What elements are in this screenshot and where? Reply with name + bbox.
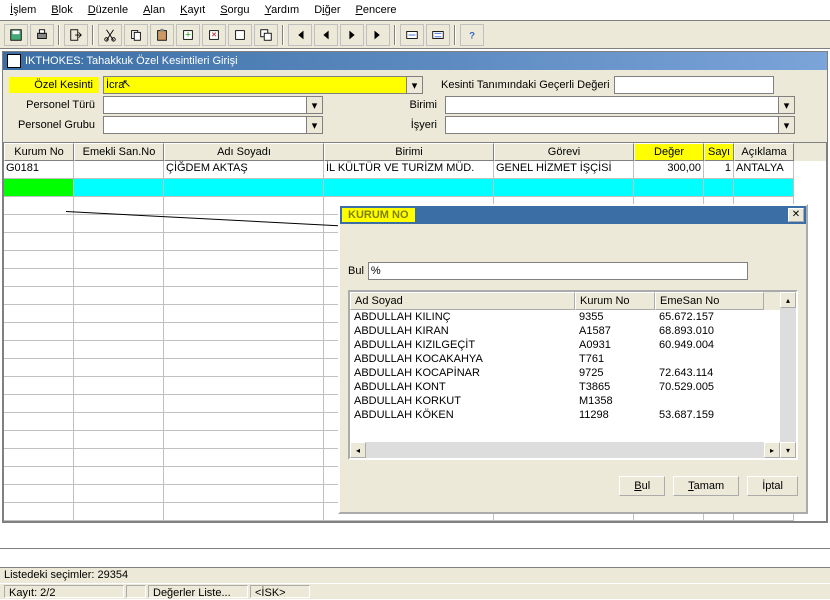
menu-sorgu[interactable]: Sorgu [214,2,255,18]
personel-grubu-label: Personel Grubu [9,119,99,131]
scroll-down-icon[interactable]: ▾ [780,442,796,458]
col-emekli[interactable]: Emekli San.No [74,143,164,161]
list-item[interactable]: ABDULLAH KÖKEN1129853.687.159 [350,408,780,422]
statusbar: Listedeki seçimler: 29354 Kayıt: 2/2 Değ… [0,567,830,600]
pl-col-kurum[interactable]: Kurum No [575,292,655,310]
list-item[interactable]: ABDULLAH KONTT386570.529.005 [350,380,780,394]
birimi-label: Birimi [391,99,441,111]
next-record-icon[interactable] [340,24,364,46]
titlebar: IKTHOKES: Tahakkuk Özel Kesintileri Giri… [3,52,827,70]
scroll-up-icon[interactable]: ▴ [780,292,796,308]
svg-text:×: × [211,29,217,40]
col-kurum-no[interactable]: Kurum No [4,143,74,161]
new-record-icon[interactable]: + [176,24,200,46]
bul-button[interactable]: Bul [619,476,665,496]
col-aciklama[interactable]: Açıklama [734,143,794,161]
menu-kayit[interactable]: Kayıt [174,2,211,18]
col-adi[interactable]: Adı Soyadı [164,143,324,161]
toolbar: + × ? [0,21,830,49]
print-icon[interactable] [30,24,54,46]
close-button[interactable]: ✕ [788,208,804,222]
lookup-popup: KURUM NO ✕ Bul Ad Soyad Kurum No EmeSan … [338,204,808,514]
col-sayi[interactable]: Sayı [704,143,734,161]
scroll-left-icon[interactable]: ◂ [350,442,366,458]
last-record-icon[interactable] [366,24,390,46]
menu-blok[interactable]: Blok [45,2,78,18]
status-mode: Değerler Liste... [148,585,248,598]
find-input[interactable] [368,262,748,280]
col-birimi[interactable]: Birimi [324,143,494,161]
window-icon [7,54,21,68]
list-item[interactable]: ABDULLAH KORKUTM1358 [350,394,780,408]
col-deger[interactable]: Değer [634,143,704,161]
list-item[interactable]: ABDULLAH KILINÇ935565.672.157 [350,310,780,324]
duplicate-record-icon[interactable] [254,24,278,46]
personel-turu-combo[interactable]: ▾ [103,96,323,114]
isyeri-label: İşyeri [391,119,441,131]
list-item[interactable]: ABDULLAH KOCAKAHYAT761 [350,352,780,366]
save-icon[interactable] [4,24,28,46]
tamam-button[interactable]: Tamam [673,476,739,496]
status-kayit: Kayıt: 2/2 [4,585,124,598]
cut-icon[interactable] [98,24,122,46]
exit-icon[interactable] [64,24,88,46]
list-item[interactable]: ABDULLAH KOCAPİNAR972572.643.114 [350,366,780,380]
col-gorevi[interactable]: Görevi [494,143,634,161]
personel-turu-label: Personel Türü [9,99,99,111]
menubar: İşlem Blok Düzenle Alan Kayıt Sorgu Yard… [0,0,830,21]
ozel-kesinti-combo[interactable]: İcra ↖ ▾ [103,76,423,94]
copy-icon[interactable] [124,24,148,46]
pl-col-ad[interactable]: Ad Soyad [350,292,575,310]
delete-record-icon[interactable]: × [202,24,226,46]
table-row[interactable]: G0181 ÇİĞDEM AKTAŞ İL KÜLTÜR VE TURİZM M… [4,161,826,179]
personel-grubu-combo[interactable]: ▾ [103,116,323,134]
prev-record-icon[interactable] [314,24,338,46]
ozel-kesinti-label: Özel Kesinti [9,77,99,93]
list-item[interactable]: ABDULLAH KIZILGEÇİTA093160.949.004 [350,338,780,352]
status-context: <İSK> [250,585,310,598]
window-title: IKTHOKES: Tahakkuk Özel Kesintileri Giri… [25,55,238,67]
isyeri-combo[interactable]: ▾ [445,116,795,134]
paste-icon[interactable] [150,24,174,46]
svg-text:?: ? [469,30,475,41]
find-label: Bul [348,265,364,277]
birimi-combo[interactable]: ▾ [445,96,795,114]
menu-diger[interactable]: Diğer [308,2,346,18]
dropdown-arrow-icon[interactable]: ▾ [406,77,422,93]
help-icon[interactable]: ? [460,24,484,46]
pl-col-eme[interactable]: EmeSan No [655,292,764,310]
enter-query-icon[interactable] [400,24,424,46]
scroll-right-icon[interactable]: ▸ [764,442,780,458]
table-row-active[interactable] [4,179,826,197]
status-list-count: Listedeki seçimler: 29354 [4,569,128,582]
kesinti-tanim-label: Kesinti Tanımındaki Geçerli Değeri [441,79,610,91]
menu-yardim[interactable]: Yardım [259,2,306,18]
kesinti-tanim-input[interactable] [614,76,774,94]
svg-text:+: + [185,29,191,40]
popup-title: KURUM NO [342,208,415,222]
menu-pencere[interactable]: Pencere [350,2,403,18]
menu-islem[interactable]: İşlem [4,2,42,18]
clear-record-icon[interactable] [228,24,252,46]
list-item[interactable]: ABDULLAH KIRANA158768.893.010 [350,324,780,338]
execute-query-icon[interactable] [426,24,450,46]
first-record-icon[interactable] [288,24,312,46]
iptal-button[interactable]: İptal [747,476,798,496]
menu-alan[interactable]: Alan [137,2,171,18]
menu-duzenle[interactable]: Düzenle [82,2,134,18]
